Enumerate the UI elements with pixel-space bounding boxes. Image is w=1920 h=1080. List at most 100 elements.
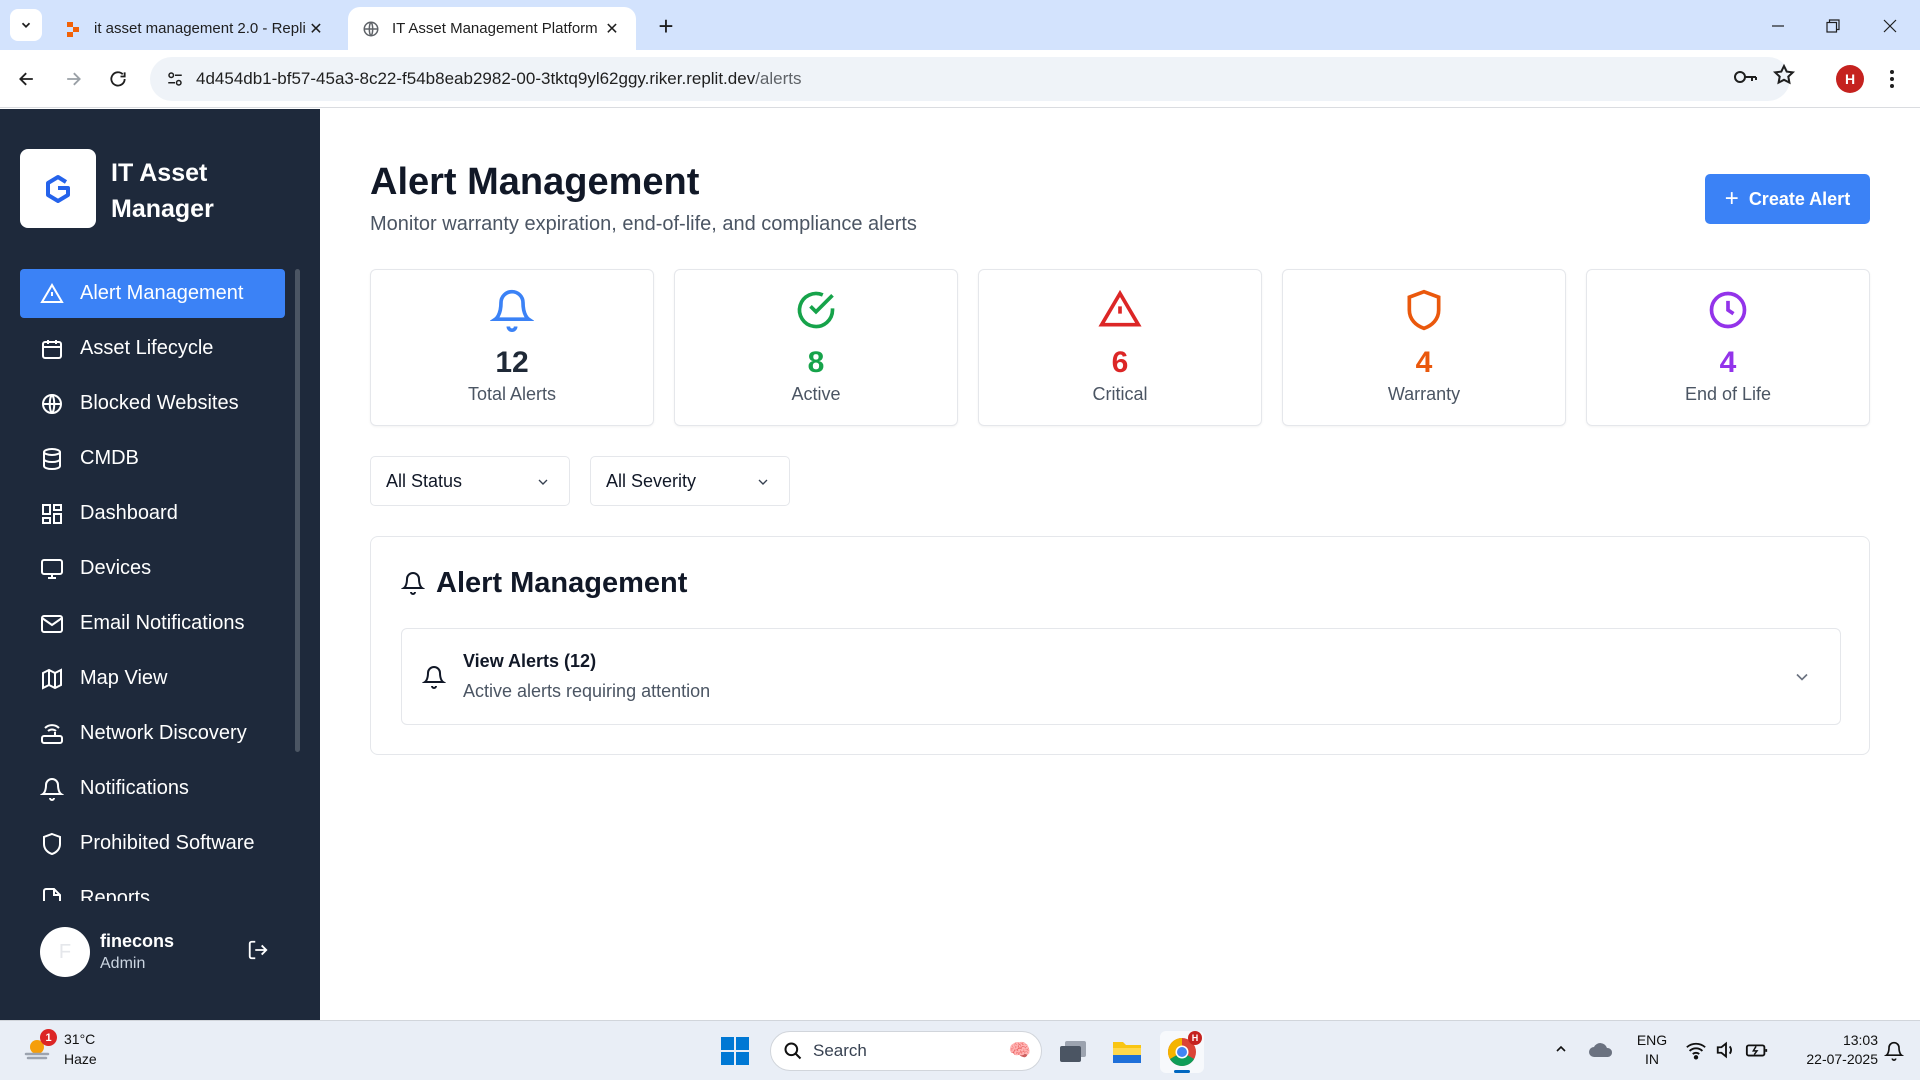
wifi-icon[interactable]: [1685, 1040, 1707, 1060]
stat-value: 12: [495, 346, 529, 379]
notification-bell-icon[interactable]: [1884, 1040, 1904, 1062]
severity-filter-select[interactable]: All Severity: [590, 456, 790, 506]
weather-temperature[interactable]: 31°C: [64, 1031, 95, 1047]
reload-button[interactable]: [104, 65, 132, 93]
page-subtitle: Monitor warranty expiration, end-of-life…: [370, 213, 917, 235]
sidebar-item-map-view[interactable]: Map View: [20, 654, 285, 703]
minimize-button[interactable]: [1763, 12, 1793, 40]
alert-triangle-icon: [1098, 289, 1142, 327]
taskbar-search[interactable]: Search 🧠: [770, 1031, 1042, 1071]
sidebar-item-label: Devices: [80, 557, 152, 579]
sidebar-item-label: Blocked Websites: [80, 392, 239, 414]
view-alerts-accordion[interactable]: View Alerts (12) Active alerts requiring…: [401, 628, 1841, 725]
logout-icon[interactable]: [247, 939, 269, 961]
arrow-left-icon: [19, 72, 33, 86]
sidebar-item-label: Prohibited Software: [80, 832, 255, 854]
stat-value: 4: [1415, 346, 1433, 379]
restore-button[interactable]: [1818, 12, 1848, 40]
forward-button[interactable]: [59, 65, 87, 93]
main-content: Alert Management Monitor warranty expira…: [320, 109, 1920, 1020]
sidebar-item-label: Email Notifications: [80, 612, 245, 634]
chrome-taskbar-button[interactable]: H: [1160, 1031, 1204, 1073]
address-bar[interactable]: 4d454db1-bf57-45a3-8c22-f54b8eab2982-00-…: [150, 57, 1790, 101]
volume-icon[interactable]: [1715, 1040, 1737, 1060]
sidebar-item-email-notifications[interactable]: Email Notifications: [20, 599, 285, 648]
language-region: IN: [1645, 1051, 1659, 1067]
sidebar-item-blocked-websites[interactable]: Blocked Websites: [20, 379, 285, 428]
browser-menu-button[interactable]: [1882, 64, 1902, 94]
sidebar-item-dashboard[interactable]: Dashboard: [20, 489, 285, 538]
window-close-button[interactable]: [1875, 12, 1905, 40]
bookmark-star-icon[interactable]: [1772, 63, 1796, 87]
chevron-down-icon: [21, 22, 31, 28]
sidebar-item-notifications[interactable]: Notifications: [20, 764, 285, 813]
site-info-button[interactable]: [160, 64, 190, 94]
tune-icon: [168, 72, 182, 86]
tab-replit[interactable]: it asset management 2.0 - Replit ✕: [50, 7, 340, 50]
weather-badge: 1: [40, 1029, 57, 1046]
close-icon: [1883, 19, 1897, 33]
url-host: 4d454db1-bf57-45a3-8c22-f54b8eab2982-00-…: [196, 69, 756, 88]
battery-charging-icon[interactable]: [1745, 1040, 1769, 1060]
tab-it-asset-management[interactable]: IT Asset Management Platform ✕: [348, 7, 636, 50]
stat-card-critical: 6 Critical: [978, 269, 1262, 426]
minimize-icon: [1772, 25, 1784, 27]
page-title: Alert Management: [370, 161, 700, 203]
sidebar: IT Asset Manager Alert Management Asset …: [0, 109, 320, 1020]
stat-card-end-of-life: 4 End of Life: [1586, 269, 1870, 426]
url-path: /alerts: [755, 69, 802, 88]
bell-icon: [490, 289, 534, 332]
sidebar-item-label: Reports: [80, 887, 151, 901]
create-alert-button[interactable]: + Create Alert: [1705, 174, 1870, 224]
sidebar-item-alert-management[interactable]: Alert Management: [20, 269, 285, 318]
password-key-icon[interactable]: [1732, 64, 1758, 90]
back-button[interactable]: [13, 65, 41, 93]
stat-value: 6: [1111, 346, 1129, 379]
windows-start-icon[interactable]: [720, 1036, 750, 1066]
sidebar-item-reports[interactable]: Reports: [20, 874, 285, 901]
plus-icon: +: [1724, 185, 1739, 212]
chevron-up-icon[interactable]: [1553, 1041, 1569, 1057]
weather-condition[interactable]: Haze: [64, 1051, 97, 1067]
close-icon[interactable]: ✕: [306, 19, 326, 39]
sidebar-item-cmdb[interactable]: CMDB: [20, 434, 285, 483]
shield-icon: [1407, 289, 1441, 331]
sidebar-item-network-discovery[interactable]: Network Discovery: [20, 709, 285, 758]
task-view-button[interactable]: [1051, 1031, 1095, 1073]
chevron-down-icon: [758, 479, 768, 485]
language-indicator[interactable]: ENG IN: [1630, 1031, 1674, 1069]
tab-search-button[interactable]: [10, 9, 42, 41]
new-tab-button[interactable]: +: [652, 11, 680, 41]
restore-icon: [1826, 19, 1840, 33]
replit-favicon-icon: [67, 21, 79, 37]
sidebar-item-asset-lifecycle[interactable]: Asset Lifecycle: [20, 324, 285, 373]
file-explorer-button[interactable]: [1105, 1031, 1149, 1073]
map-icon: [42, 667, 62, 690]
chrome-profile-badge: H: [1188, 1031, 1202, 1045]
status-filter-select[interactable]: All Status: [370, 456, 570, 506]
severity-filter-value: All Severity: [606, 470, 697, 491]
close-icon[interactable]: ✕: [602, 19, 622, 39]
logo-g-icon: [46, 174, 70, 203]
brand-title: IT Asset Manager: [111, 159, 214, 223]
file-icon: [43, 887, 61, 901]
clock-icon: [1709, 291, 1747, 329]
sidebar-item-devices[interactable]: Devices: [20, 544, 285, 593]
avatar[interactable]: F: [40, 927, 90, 977]
profile-avatar[interactable]: H: [1836, 65, 1864, 93]
sidebar-scrollbar[interactable]: [295, 269, 300, 752]
sidebar-item-label: Notifications: [80, 777, 189, 799]
alert-management-panel: Alert Management View Alerts (12) Active…: [370, 536, 1870, 755]
onedrive-cloud-icon[interactable]: [1588, 1039, 1614, 1061]
stat-label: End of Life: [1684, 384, 1772, 404]
sidebar-item-prohibited-software[interactable]: Prohibited Software: [20, 819, 285, 868]
reload-icon: [110, 71, 126, 87]
clock[interactable]: 13:03 22-07-2025: [1778, 1031, 1878, 1069]
language-code: ENG: [1636, 1032, 1668, 1048]
user-role: Admin: [100, 955, 146, 972]
user-name: finecons: [100, 931, 175, 951]
chevron-down-icon[interactable]: [1792, 667, 1812, 687]
clock-date: 22-07-2025: [1806, 1051, 1878, 1067]
stat-label: Total Alerts: [467, 384, 557, 404]
panel-title: Alert Management: [436, 567, 688, 599]
